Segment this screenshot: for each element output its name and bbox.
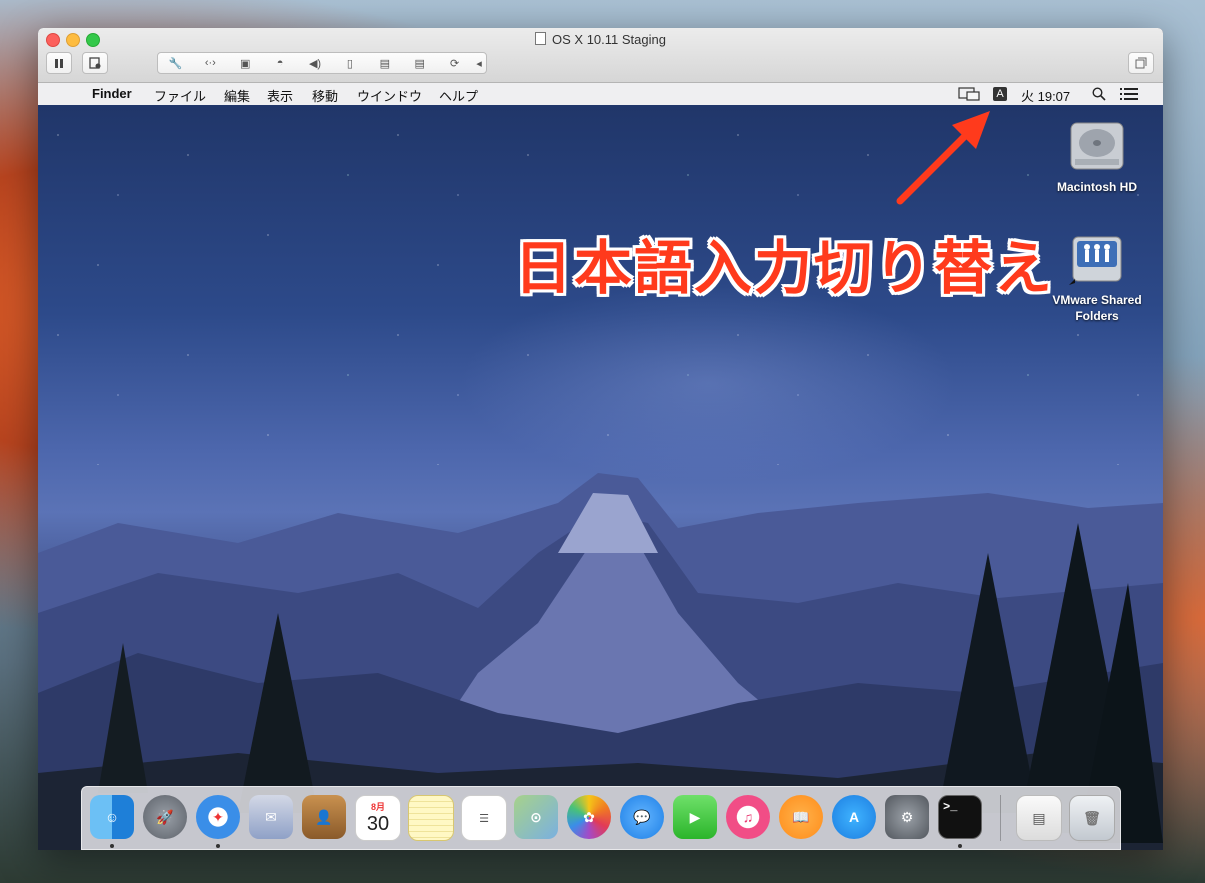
network-icon[interactable]: ‹·› xyxy=(193,57,228,69)
usb-icon[interactable]: ▤ xyxy=(402,57,437,70)
hard-drive-icon xyxy=(1070,122,1124,170)
pause-icon xyxy=(55,58,63,68)
chat-bubble-icon[interactable]: 💬 xyxy=(620,795,664,839)
finder-icon[interactable]: ☺ xyxy=(90,795,134,839)
desktop-icon-macintosh-hd[interactable]: Macintosh HD xyxy=(1042,117,1152,194)
notes-icon[interactable] xyxy=(408,795,454,841)
stamp-icon[interactable]: ✉ xyxy=(249,795,293,839)
trash-icon[interactable]: 🗑 xyxy=(1069,795,1115,841)
wrench-icon[interactable]: 🔧 xyxy=(158,57,193,70)
snapshot-button[interactable] xyxy=(82,52,108,74)
menu-window[interactable]: ウインドウ xyxy=(357,86,422,105)
dock: ☺ 🚀 ✦ ✉ 👤 8月 30 ☰ ⊙ ✿ 💬 ▶ ♫ 📖 A ⚙ >_ ▤ 🗑 xyxy=(81,786,1121,850)
annotation-callout: 日本語入力切り替え xyxy=(514,236,1055,301)
usb-icon[interactable]: ▤ xyxy=(367,57,402,70)
sync-icon[interactable]: ⟳ xyxy=(437,57,472,70)
fullscreen-icon xyxy=(1135,57,1147,69)
vm-window: OS X 10.11 Staging 🔧 ‹·› ▣ ◓ ◀) ▯ ▤ ▤ ⟳ … xyxy=(38,28,1163,850)
search-icon[interactable] xyxy=(1092,87,1106,101)
menu-go[interactable]: 移動 xyxy=(312,86,338,105)
fullscreen-button[interactable] xyxy=(1128,52,1154,74)
music-note-icon[interactable]: ♫ xyxy=(726,795,770,839)
mouse-icon[interactable]: ▯ xyxy=(332,57,367,70)
collapse-arrow-icon[interactable]: ◂ xyxy=(472,57,486,70)
document-icon xyxy=(535,32,547,45)
device-toolbar: 🔧 ‹·› ▣ ◓ ◀) ▯ ▤ ▤ ⟳ ◂ xyxy=(157,52,487,74)
guest-screen[interactable]: Finder ファイル 編集 表示 移動 ウインドウ ヘルプ A 火 19:07… xyxy=(38,83,1163,850)
running-indicator xyxy=(958,844,962,848)
terminal-icon[interactable]: >_ xyxy=(938,795,982,839)
flower-icon[interactable]: ✿ xyxy=(567,795,611,839)
rocket-icon[interactable]: 🚀 xyxy=(143,795,187,839)
camera-icon[interactable]: ◓ xyxy=(263,57,298,69)
dock-separator xyxy=(1000,795,1001,841)
map-icon[interactable]: ⊙ xyxy=(514,795,558,839)
input-source-badge[interactable]: A xyxy=(993,87,1007,101)
appstore-icon[interactable]: A xyxy=(832,795,876,839)
video-camera-icon[interactable]: ▶ xyxy=(673,795,717,839)
pause-button[interactable] xyxy=(46,52,72,74)
menubar-clock[interactable]: 火 19:07 xyxy=(1021,86,1070,105)
red-arrow-icon xyxy=(896,111,990,205)
list-icon[interactable] xyxy=(1120,88,1138,100)
book-icon[interactable]: 📖 xyxy=(779,795,823,839)
calendar-month: 8月 xyxy=(370,802,385,812)
sound-icon[interactable]: ◀) xyxy=(298,57,333,70)
file-icon[interactable]: ▤ xyxy=(1016,795,1062,841)
disk-icon[interactable]: ▣ xyxy=(228,57,263,70)
display-icon[interactable] xyxy=(958,87,980,101)
window-titlebar[interactable]: OS X 10.11 Staging 🔧 ‹·› ▣ ◓ ◀) ▯ ▤ ▤ ⟳ … xyxy=(38,28,1163,83)
menu-file[interactable]: ファイル xyxy=(154,86,206,105)
desktop-icon-label: Macintosh HD xyxy=(1056,180,1137,194)
menu-view[interactable]: 表示 xyxy=(267,86,293,105)
menu-edit[interactable]: 編集 xyxy=(224,86,250,105)
running-indicator xyxy=(216,844,220,848)
calendar-day: 30 xyxy=(366,813,390,835)
gear-icon[interactable]: ⚙ xyxy=(885,795,929,839)
running-indicator xyxy=(110,844,114,848)
menu-help[interactable]: ヘルプ xyxy=(439,86,478,105)
contacts-icon[interactable]: 👤 xyxy=(302,795,346,839)
calendar-icon[interactable]: 8月 30 xyxy=(355,795,401,841)
reminders-icon[interactable]: ☰ xyxy=(461,795,507,841)
shared-folder-icon xyxy=(1069,236,1122,285)
menubar: Finder ファイル 編集 表示 移動 ウインドウ ヘルプ A 火 19:07 xyxy=(38,83,1163,105)
desktop-icon-vmware-shared-folders[interactable]: VMware Shared Folders xyxy=(1042,229,1152,324)
menu-finder[interactable]: Finder xyxy=(92,86,132,101)
desktop-icon-label: VMware Shared Folders xyxy=(1052,293,1142,323)
window-title: OS X 10.11 Staging xyxy=(38,32,1163,47)
compass-icon[interactable]: ✦ xyxy=(196,795,240,839)
snapshot-icon xyxy=(89,57,101,69)
